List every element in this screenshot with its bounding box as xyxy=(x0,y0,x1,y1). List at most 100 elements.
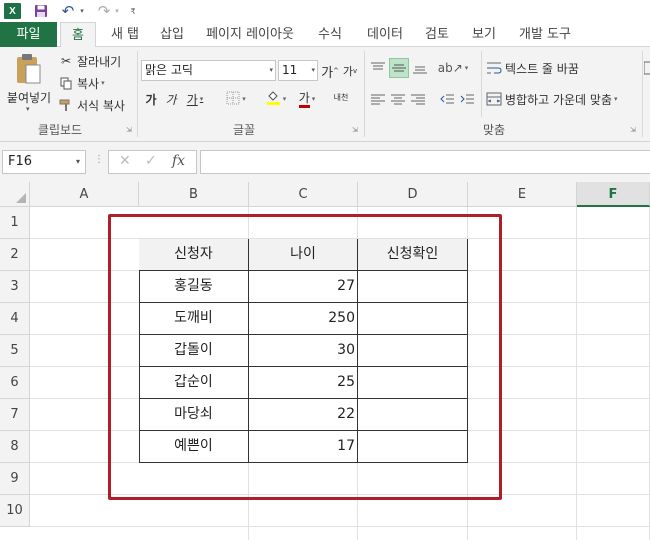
increase-indent-button[interactable] xyxy=(458,89,476,109)
font-color-dropdown-icon[interactable]: ▾ xyxy=(312,95,316,103)
tab-home[interactable]: 홈 xyxy=(60,22,96,48)
merge-center-label: 병합하고 가운데 맞춤 xyxy=(505,92,612,107)
paste-dropdown-icon[interactable]: ▾ xyxy=(26,105,30,113)
orientation-button[interactable]: ab↗ ▾ xyxy=(437,58,469,78)
tab-new-tab[interactable]: 새 탭 xyxy=(102,22,148,47)
copy-button[interactable]: 복사 ▾ xyxy=(58,74,105,92)
fill-color-button[interactable]: ▾ xyxy=(262,89,290,109)
enter-icon[interactable]: ✓ xyxy=(145,153,157,169)
middle-align-button[interactable] xyxy=(389,58,409,78)
underline-button[interactable]: 가 ▾ xyxy=(183,89,207,109)
customize-qat-icon[interactable]: ₹ xyxy=(128,3,138,19)
font-name-select[interactable]: 맑은 고딕 ▾ xyxy=(141,60,276,81)
tab-insert[interactable]: 삽입 xyxy=(155,22,189,47)
name-box-value: F16 xyxy=(8,154,33,169)
row-header-8[interactable]: 8 xyxy=(0,431,30,463)
clipboard-launcher-icon[interactable]: ⇲ xyxy=(126,126,134,134)
merge-center-button[interactable]: 병합하고 가운데 맞춤 ▾ xyxy=(486,89,638,109)
excel-logo-letter: X xyxy=(9,5,16,17)
column-header-b[interactable]: B xyxy=(139,182,249,207)
tab-file[interactable]: 파일 xyxy=(0,22,57,47)
tab-view[interactable]: 보기 xyxy=(467,22,501,47)
shrink-font-button[interactable]: 가v xyxy=(341,61,359,81)
group-divider xyxy=(481,51,482,117)
align-right-button[interactable] xyxy=(409,89,427,109)
formula-input[interactable] xyxy=(200,150,650,174)
paste-button[interactable]: 붙여넣기 xyxy=(4,89,54,106)
font-size-select[interactable]: 11 ▾ xyxy=(278,60,318,81)
font-launcher-icon[interactable]: ⇲ xyxy=(352,126,360,134)
column-header-c[interactable]: C xyxy=(249,182,358,207)
undo-icon[interactable]: ↶ xyxy=(60,2,76,20)
chevron-down-icon: ▾ xyxy=(311,66,315,74)
tab-review[interactable]: 검토 xyxy=(420,22,454,47)
font-color-button[interactable]: 가 ▾ xyxy=(292,89,322,109)
italic-button[interactable]: 가 xyxy=(163,89,179,109)
increase-indent-icon xyxy=(460,94,474,104)
orientation-dropdown-icon[interactable]: ▾ xyxy=(465,64,469,72)
chevron-down-icon[interactable]: ▾ xyxy=(76,151,80,173)
copy-dropdown-icon[interactable]: ▾ xyxy=(101,79,105,87)
column-header-e[interactable]: E xyxy=(468,182,577,207)
tab-page-layout[interactable]: 페이지 레이아웃 xyxy=(202,22,298,47)
phonetic-button[interactable]: 내천 xyxy=(328,87,354,107)
quick-access-toolbar: X ↶ ▾ ↷ ▾ ₹ xyxy=(0,0,650,22)
name-box[interactable]: F16 ▾ xyxy=(2,150,86,174)
formula-bar-buttons: ✕ ✓ fx xyxy=(108,150,197,174)
row-header-3[interactable]: 3 xyxy=(0,271,30,303)
cancel-icon[interactable]: ✕ xyxy=(119,153,131,169)
orientation-icon: ab↗ xyxy=(437,61,463,75)
row-header-10[interactable]: 10 xyxy=(0,495,30,527)
font-name-value: 맑은 고딕 xyxy=(145,63,193,77)
bottom-align-icon xyxy=(413,66,427,74)
column-header-d[interactable]: D xyxy=(358,182,468,207)
save-icon[interactable] xyxy=(33,3,49,19)
formula-bar-grip-icon[interactable]: ⋮ xyxy=(94,154,104,165)
underline-dropdown-icon[interactable]: ▾ xyxy=(200,95,204,103)
group-divider xyxy=(642,51,643,137)
row-header-4[interactable]: 4 xyxy=(0,303,30,335)
column-header-a[interactable]: A xyxy=(30,182,139,207)
formula-bar: F16 ▾ ⋮ ✕ ✓ fx xyxy=(0,142,650,182)
row-header-5[interactable]: 5 xyxy=(0,335,30,367)
paste-icon[interactable] xyxy=(14,53,42,85)
format-painter-button[interactable]: 서식 복사 xyxy=(58,96,125,114)
font-group-label: 글꼴 xyxy=(232,123,256,137)
insert-function-icon[interactable]: fx xyxy=(172,153,185,169)
align-center-button[interactable] xyxy=(389,89,407,109)
redo-dropdown-icon[interactable]: ▾ xyxy=(113,3,121,19)
select-all-button[interactable] xyxy=(0,182,30,207)
shrink-font-label: 가 xyxy=(342,65,353,78)
wrap-text-button[interactable]: 텍스트 줄 바꿈 xyxy=(486,58,596,78)
number-format-icon[interactable] xyxy=(644,58,650,78)
tab-data[interactable]: 데이터 xyxy=(362,22,408,47)
top-align-button[interactable] xyxy=(369,58,387,78)
redo-icon[interactable]: ↷ xyxy=(96,2,112,20)
row-header-6[interactable]: 6 xyxy=(0,367,30,399)
cut-button[interactable]: ✂ 잘라내기 xyxy=(58,52,121,70)
bold-button[interactable]: 가 xyxy=(143,89,159,109)
borders-button[interactable]: ▾ xyxy=(222,89,250,109)
borders-dropdown-icon[interactable]: ▾ xyxy=(242,95,246,103)
row-header-7[interactable]: 7 xyxy=(0,399,30,431)
bottom-align-button[interactable] xyxy=(411,58,429,78)
row-header-2[interactable]: 2 xyxy=(0,239,30,271)
tab-formulas[interactable]: 수식 xyxy=(313,22,347,47)
alignment-launcher-icon[interactable]: ⇲ xyxy=(630,126,638,134)
borders-icon xyxy=(226,91,240,108)
fill-color-dropdown-icon[interactable]: ▾ xyxy=(283,95,287,103)
top-align-icon xyxy=(371,62,385,70)
group-divider xyxy=(364,51,365,137)
align-left-button[interactable] xyxy=(369,89,387,109)
row-header-1[interactable]: 1 xyxy=(0,207,30,239)
tab-developer[interactable]: 개발 도구 xyxy=(513,22,577,47)
copy-label: 복사 xyxy=(77,76,100,91)
undo-dropdown-icon[interactable]: ▾ xyxy=(78,3,86,19)
row-header-9[interactable]: 9 xyxy=(0,463,30,495)
decrease-indent-button[interactable] xyxy=(438,89,456,109)
font-color-label: 가 xyxy=(298,91,310,108)
grow-font-button[interactable]: 가 ^ xyxy=(321,61,339,81)
merge-center-dropdown-icon[interactable]: ▾ xyxy=(614,95,618,103)
font-size-value: 11 xyxy=(282,63,298,77)
column-header-f[interactable]: F xyxy=(577,182,650,207)
